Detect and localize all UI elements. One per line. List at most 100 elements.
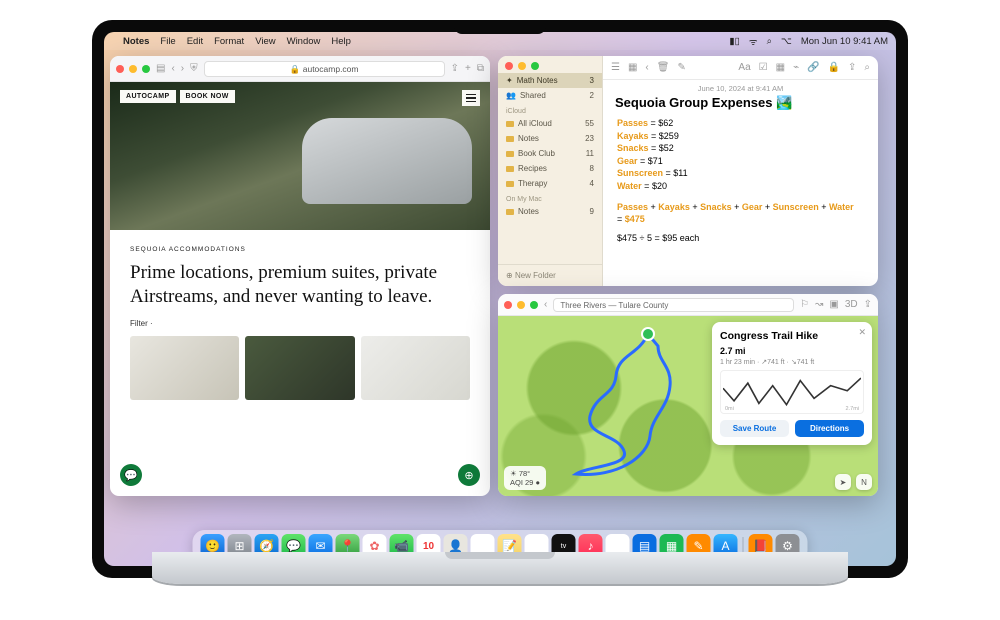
chat-fab[interactable]: 💬 (120, 464, 142, 486)
tabs-icon[interactable]: ⧉ (477, 63, 484, 74)
menu-help[interactable]: Help (331, 36, 351, 47)
directions-button[interactable]: Directions (795, 420, 864, 437)
accessibility-fab[interactable]: ⊕ (458, 464, 480, 486)
card-row (130, 336, 470, 400)
zoom-button[interactable] (142, 65, 150, 73)
weather-badge[interactable]: ☀︎ 78°AQI 29 ● (504, 466, 546, 490)
sidebar-item-math-notes[interactable]: ✦Math Notes 3 (498, 73, 602, 88)
note-title[interactable]: Sequoia Group Expenses 🏞️ (603, 93, 878, 117)
menu-edit[interactable]: Edit (187, 36, 203, 47)
close-button[interactable] (505, 62, 513, 70)
search-icon[interactable]: ⌕ (864, 62, 870, 73)
sidebar-item-therapy[interactable]: Therapy4 (498, 176, 602, 191)
window-controls (116, 65, 150, 73)
grid-view-icon[interactable]: ▦ (628, 62, 637, 73)
map-mode-icon[interactable]: ▣ (829, 299, 838, 310)
sidebar-item-shared[interactable]: 👥Shared 2 (498, 88, 602, 103)
close-button[interactable] (504, 301, 512, 309)
note-date: June 10, 2024 at 9:41 AM (603, 80, 878, 93)
control-center-icon[interactable]: ⌥ (781, 36, 792, 47)
elevation-chart: 0mi2.7mi (720, 370, 864, 414)
table-icon[interactable]: ▦ (776, 62, 785, 73)
menubar-app[interactable]: Notes (123, 36, 149, 47)
back-icon[interactable]: ‹ (171, 63, 174, 74)
search-icon[interactable]: ⌕ (767, 36, 772, 47)
maps-toolbar: ‹ Three Rivers — Tulare County ⚐ ↝ ▣ 3D … (498, 294, 878, 316)
share-icon[interactable]: ⇪ (864, 299, 872, 310)
minimize-button[interactable] (517, 301, 525, 309)
macbook-frame: Notes File Edit Format View Window Help … (92, 20, 908, 578)
hamburger-icon[interactable] (462, 90, 480, 106)
new-tab-icon[interactable]: + (465, 63, 471, 74)
compass-icon[interactable]: N (856, 474, 872, 490)
forward-icon[interactable]: › (181, 63, 184, 74)
new-folder-button[interactable]: ⊕ New Folder (498, 264, 602, 286)
menu-format[interactable]: Format (214, 36, 244, 47)
back-icon[interactable]: ‹ (544, 299, 547, 310)
menubar: Notes File Edit Format View Window Help … (104, 32, 896, 50)
sidebar-item-notes-local[interactable]: Notes9 (498, 204, 602, 219)
folder-icon (506, 136, 514, 142)
bookmark-icon[interactable]: ⚐ (800, 299, 809, 310)
list-view-icon[interactable]: ☰ (611, 62, 620, 73)
page-body: SEQUOIA ACCOMMODATIONS Prime locations, … (110, 230, 490, 410)
bezel: Notes File Edit Format View Window Help … (92, 20, 908, 578)
route-icon[interactable]: ↝ (815, 299, 823, 310)
status-tray: ▮▯ ᯤ ⌕ ⌥ Mon Jun 10 9:41 AM (729, 35, 888, 48)
wifi-icon[interactable]: ᯤ (749, 35, 758, 48)
route-distance: 2.7 mi (720, 346, 864, 356)
sidebar-item-all-icloud[interactable]: All iCloud55 (498, 116, 602, 131)
safari-window: ▤ ‹ › ⛨ 🔒 autocamp.com ⇪ + ⧉ AUTOCAMP (110, 56, 490, 496)
media-icon[interactable]: ⌁ (793, 62, 799, 73)
share-icon[interactable]: ⇪ (451, 63, 459, 74)
close-button[interactable] (116, 65, 124, 73)
map-canvas[interactable]: ☀︎ 78°AQI 29 ● ➤ N ✕ Congress Trail Hike… (498, 316, 878, 496)
trash-icon[interactable]: 🗑 (657, 62, 670, 73)
format-icon[interactable]: Aa (738, 62, 750, 73)
minimize-button[interactable] (129, 65, 137, 73)
accommodation-card[interactable] (130, 336, 239, 400)
menu-view[interactable]: View (255, 36, 275, 47)
person-icon: 👥 (506, 91, 516, 100)
filter-control[interactable]: Filter · (130, 319, 470, 328)
close-icon[interactable]: ✕ (858, 327, 866, 338)
book-now-button[interactable]: BOOK NOW (180, 90, 235, 103)
3d-icon[interactable]: 3D (845, 299, 858, 310)
back-icon[interactable]: ‹ (645, 62, 648, 73)
sidebar-item-recipes[interactable]: Recipes8 (498, 161, 602, 176)
save-route-button[interactable]: Save Route (720, 420, 789, 437)
address-bar[interactable]: 🔒 autocamp.com (204, 61, 445, 77)
accommodation-card[interactable] (361, 336, 470, 400)
locate-icon[interactable]: ➤ (835, 474, 851, 490)
notes-window: ✦Math Notes 3 👥Shared 2 iCloud All iClou… (498, 56, 878, 286)
shield-icon[interactable]: ⛨ (190, 63, 198, 74)
zoom-button[interactable] (530, 301, 538, 309)
section-on-my-mac: On My Mac (498, 191, 602, 204)
share-icon[interactable]: ⇪ (848, 62, 856, 73)
maps-search[interactable]: Three Rivers — Tulare County (553, 298, 794, 312)
note-body[interactable]: Passes = $62 Kayaks = $259 Snacks = $52 … (603, 117, 878, 244)
notes-toolbar: ☰ ▦ ‹ 🗑 ✎ Aa ☑︎ ▦ ⌁ 🔗 🔒 ⇪ (603, 56, 878, 80)
sidebar-item-book-club[interactable]: Book Club11 (498, 146, 602, 161)
folder-icon (506, 209, 514, 215)
battery-icon[interactable]: ▮▯ (729, 36, 739, 47)
route-title: Congress Trail Hike (720, 330, 864, 342)
zoom-button[interactable] (531, 62, 539, 70)
folder-icon (506, 121, 514, 127)
sidebar-icon[interactable]: ▤ (156, 63, 165, 74)
checklist-icon[interactable]: ☑︎ (759, 62, 768, 73)
accommodation-card[interactable] (245, 336, 354, 400)
desktop: ▤ ‹ › ⛨ 🔒 autocamp.com ⇪ + ⧉ AUTOCAMP (104, 50, 896, 528)
link-icon[interactable]: 🔗 (807, 62, 819, 73)
menubar-datetime[interactable]: Mon Jun 10 9:41 AM (801, 36, 888, 47)
notes-sidebar: ✦Math Notes 3 👥Shared 2 iCloud All iClou… (498, 56, 603, 286)
compose-icon[interactable]: ✎ (677, 62, 685, 73)
lock-icon[interactable]: 🔒 (828, 62, 840, 73)
menu-window[interactable]: Window (287, 36, 321, 47)
folder-icon (506, 151, 514, 157)
sidebar-item-notes[interactable]: Notes23 (498, 131, 602, 146)
minimize-button[interactable] (518, 62, 526, 70)
map-controls: ➤ N (835, 474, 872, 490)
site-logo[interactable]: AUTOCAMP (120, 90, 176, 103)
menu-file[interactable]: File (160, 36, 175, 47)
